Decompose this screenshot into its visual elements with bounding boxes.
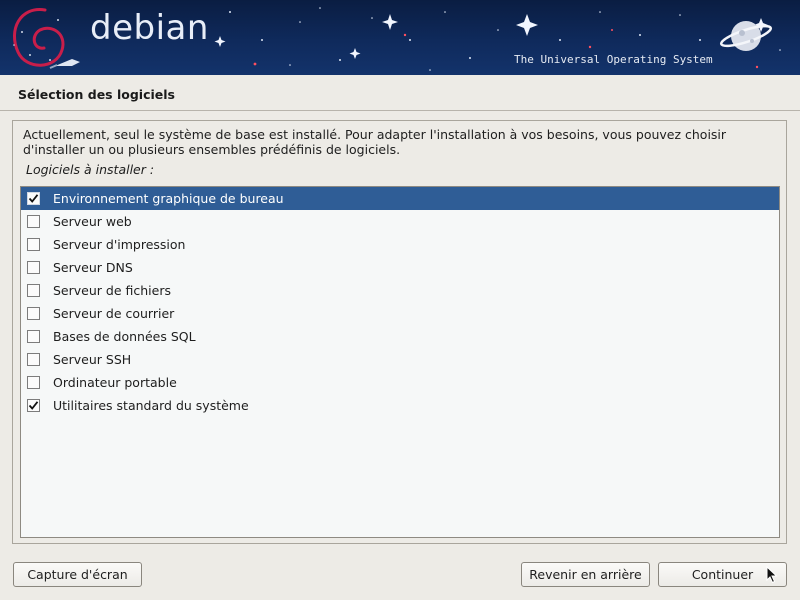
planet-icon [719,21,773,51]
list-item-standard-utilities[interactable]: Utilitaires standard du système [21,394,779,417]
checkbox[interactable] [27,353,40,366]
list-item-label: Ordinateur portable [53,375,177,390]
list-item-web-server[interactable]: Serveur web [21,210,779,233]
page-title: Sélection des logiciels [18,87,175,102]
checkbox[interactable] [27,215,40,228]
list-item-label: Environnement graphique de bureau [53,191,284,206]
list-item-laptop[interactable]: Ordinateur portable [21,371,779,394]
list-item-file-server[interactable]: Serveur de fichiers [21,279,779,302]
software-list-label: Logiciels à installer : [26,162,155,177]
debian-swirl-icon [12,8,65,67]
checkbox[interactable] [27,261,40,274]
check-mark-icon [28,194,39,203]
list-item-sql-database[interactable]: Bases de données SQL [21,325,779,348]
title-divider [0,110,800,111]
list-item-print-server[interactable]: Serveur d'impression [21,233,779,256]
list-item-label: Serveur de fichiers [53,283,171,298]
list-item-dns-server[interactable]: Serveur DNS [21,256,779,279]
list-item-desktop-environment[interactable]: Environnement graphique de bureau [21,187,779,210]
screenshot-button[interactable]: Capture d'écran [13,562,142,587]
list-item-label: Serveur DNS [53,260,133,275]
checkbox[interactable] [27,399,40,412]
checkbox[interactable] [27,330,40,343]
list-item-label: Serveur web [53,214,132,229]
list-item-mail-server[interactable]: Serveur de courrier [21,302,779,325]
checkbox[interactable] [27,284,40,297]
check-mark-icon [28,401,39,410]
description-line-2: d'installer un ou plusieurs ensembles pr… [23,142,401,157]
checkbox[interactable] [27,192,40,205]
debian-logo-text: debian [90,8,209,48]
list-item-ssh-server[interactable]: Serveur SSH [21,348,779,371]
back-button[interactable]: Revenir en arrière [521,562,650,587]
debian-banner: debian The Universal Operating System [0,0,800,75]
list-item-label: Serveur d'impression [53,237,186,252]
content-frame: Actuellement, seul le système de base es… [12,120,787,544]
banner-tagline: The Universal Operating System [514,53,713,66]
mouse-cursor-icon [766,566,778,584]
list-item-label: Utilitaires standard du système [53,398,249,413]
list-item-label: Serveur de courrier [53,306,175,321]
software-selection-list[interactable]: Environnement graphique de bureau Serveu… [20,186,780,538]
list-item-label: Serveur SSH [53,352,132,367]
checkbox[interactable] [27,238,40,251]
description-line-1: Actuellement, seul le système de base es… [23,127,727,142]
checkbox[interactable] [27,376,40,389]
checkbox[interactable] [27,307,40,320]
list-item-label: Bases de données SQL [53,329,196,344]
description-text: Actuellement, seul le système de base es… [23,127,773,157]
